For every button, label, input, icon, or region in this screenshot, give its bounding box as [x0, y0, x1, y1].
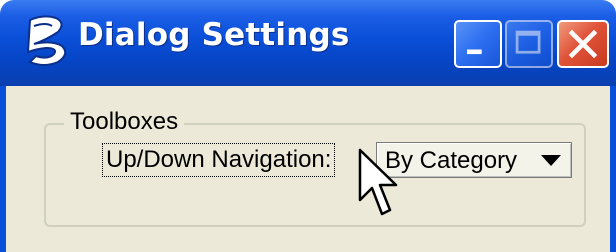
group-label: Toolboxes — [64, 108, 185, 136]
close-icon — [568, 29, 598, 59]
client-area: Toolboxes Up/Down Navigation: By Categor… — [0, 86, 616, 252]
up-down-navigation-label: Up/Down Navigation: — [102, 143, 336, 177]
close-button[interactable] — [557, 20, 609, 68]
title-bar[interactable]: Dialog Settings — [0, 0, 616, 86]
dialog-settings-window: Dialog Settings Toolboxes Up/Down Naviga… — [0, 0, 616, 252]
maximize-icon — [515, 30, 541, 54]
mouse-pointer-icon — [358, 148, 398, 216]
window-title: Dialog Settings — [78, 17, 350, 53]
maximize-button[interactable] — [505, 20, 553, 68]
minimize-icon — [467, 49, 482, 55]
minimize-button[interactable] — [454, 20, 502, 68]
navigation-select-value: By Category — [385, 147, 518, 174]
chevron-down-icon[interactable] — [541, 155, 561, 166]
bentley-b-icon — [26, 15, 67, 66]
navigation-select[interactable]: By Category — [376, 142, 572, 178]
